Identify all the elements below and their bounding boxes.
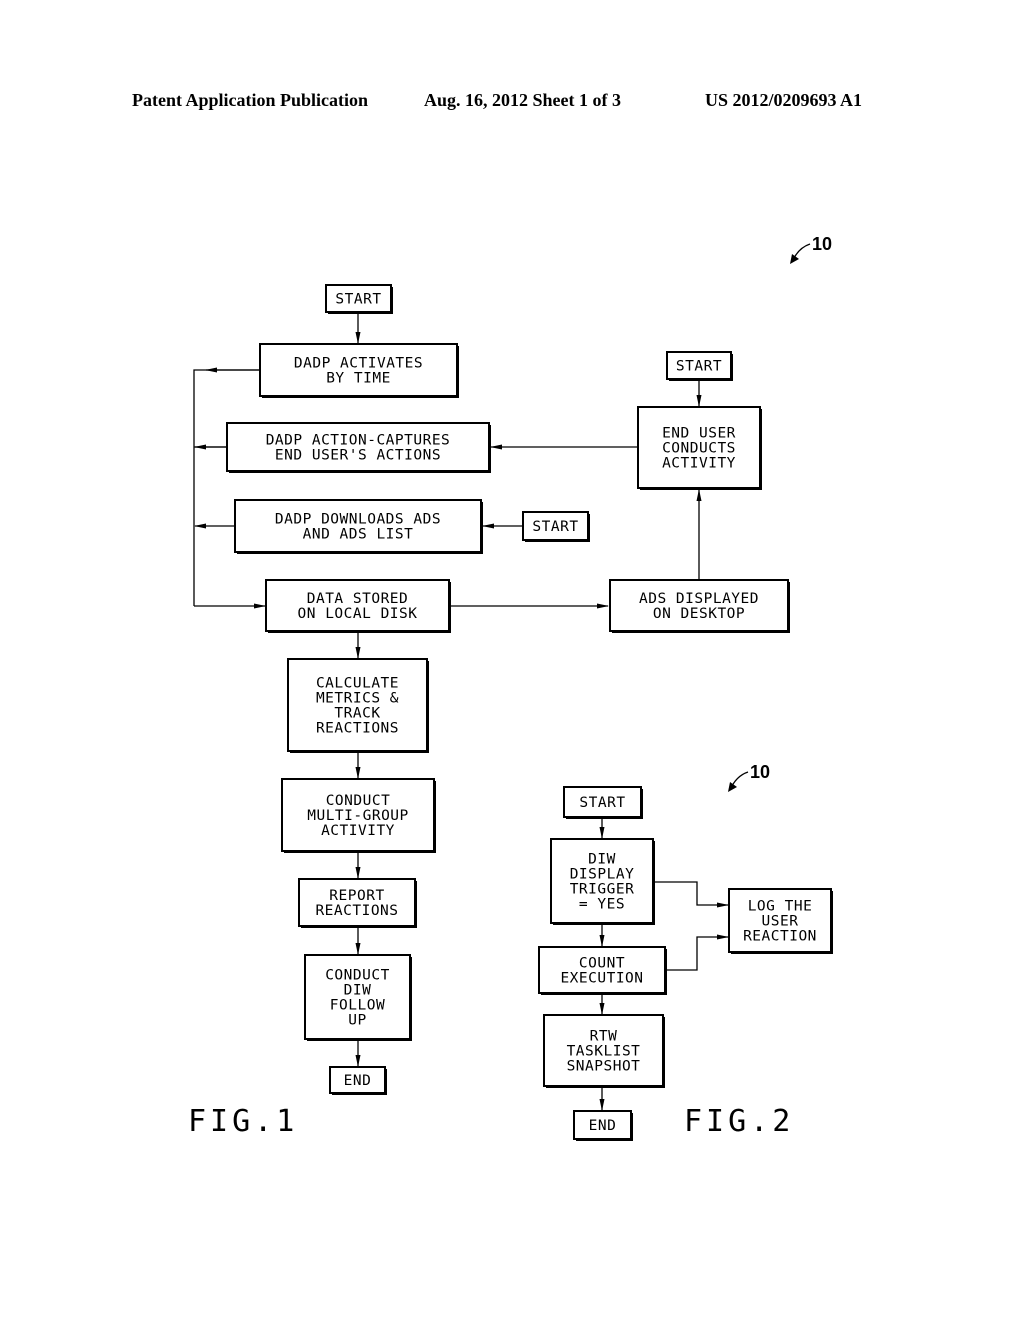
box-label-line: UP [348,1013,366,1029]
arrow-trigger-to-log [653,881,729,908]
box-label-line: DADP DOWNLOADS ADS [275,512,441,528]
box-label-line: DISPLAY [570,867,635,883]
ref-numeral: 10 [750,762,770,782]
fig1-box-dadp-downloads: DADP DOWNLOADS ADSAND ADS LIST [234,499,483,554]
fig2-reference-numeral: 10 [728,762,770,792]
box-label-line: START [579,795,625,811]
box-label-line: TRIGGER [570,882,635,898]
box-label-line: CONDUCT [325,968,390,984]
box-label-line: LOG THE [748,899,813,915]
box-label-line: REACTIONS [315,903,398,919]
box-label-line: REACTION [743,929,817,945]
box-label-line: CALCULATE [316,676,399,692]
box-label-line: BY TIME [326,371,391,387]
box-label-line: ON DESKTOP [653,606,745,622]
box-label-line: FOLLOW [330,998,385,1014]
box-label-line: START [532,519,578,535]
leader-arrow-icon [728,782,737,792]
fig2-box-rtw-snapshot: RTWTASKLISTSNAPSHOT [543,1014,665,1088]
box-label-line: ADS DISPLAYED [639,591,759,607]
box-label-line: DIW [344,983,372,999]
fig1-label: FIG.1 [188,1104,298,1139]
box-label-line: MULTI-GROUP [307,808,409,824]
box-label-line: TASKLIST [567,1044,641,1060]
box-label-line: RTW [590,1029,618,1045]
fig1-box-dadp-activates: DADP ACTIVATESBY TIME [259,343,459,398]
fig1-box-data-stored: DATA STOREDON LOCAL DISK [265,579,451,633]
fig1-box-multi-group: CONDUCTMULTI-GROUPACTIVITY [281,778,436,853]
box-label-line: REACTIONS [316,721,399,737]
box-label-line: CONDUCT [326,793,391,809]
box-label-line: START [335,292,381,308]
ref-numeral: 10 [812,234,832,254]
box-label-line: SNAPSHOT [567,1059,641,1075]
box-label-line: TRACK [334,706,380,722]
box-label-line: ACTIVITY [662,456,736,472]
fig1-box-report-reactions: REPORTREACTIONS [298,878,417,928]
fig1-box-start-user: START [666,351,733,381]
box-label-line: END [344,1073,372,1089]
flowchart-diagram: START DADP ACTIVATESBY TIME DADP ACTION-CA… [188,234,833,1141]
fig2-box-end: END [573,1110,633,1141]
box-label-line: USER [762,914,799,930]
box-label-line: DIW [588,852,616,868]
box-label-line: ON LOCAL DISK [298,606,418,622]
fig1-box-dadp-action-captures: DADP ACTION-CAPTURESEND USER'S ACTIONS [226,422,491,473]
fig1-box-ads-displayed: ADS DISPLAYEDON DESKTOP [609,579,790,633]
box-label-line: DATA STORED [307,591,409,607]
box-label-line: ACTIVITY [321,823,395,839]
box-label-line: END USER'S ACTIONS [275,448,441,464]
box-label-line: REPORT [329,888,384,904]
fig1-box-calculate-metrics: CALCULATEMETRICS &TRACKREACTIONS [287,658,429,753]
box-label-line: DADP ACTION-CAPTURES [266,433,451,449]
box-label-line: CONDUCTS [662,441,736,457]
fig1-box-start-downloads: START [522,511,590,542]
fig1-box-start-main: START [325,284,393,314]
box-label-line: END [589,1118,617,1134]
fig2-box-count-execution: COUNTEXECUTION [538,946,667,995]
fig1-box-end-user-conducts: END USERCONDUCTSACTIVITY [637,406,762,490]
box-label-line: START [676,359,722,375]
fig2-box-log-reaction: LOG THEUSERREACTION [728,888,833,954]
fig1-reference-numeral: 10 [790,234,832,264]
box-label-line: END USER [662,426,736,442]
fig2-label: FIG.2 [684,1104,794,1139]
fig2-box-start: START [563,786,643,819]
box-label-line: DADP ACTIVATES [294,356,423,372]
box-label-line: COUNT [579,956,625,972]
feedback-bus-line [193,369,260,606]
fig1-box-end: END [329,1066,387,1095]
box-label-line: AND ADS LIST [303,527,414,543]
fig1-box-diw-follow-up: CONDUCTDIWFOLLOWUP [304,954,412,1041]
box-label-line: METRICS & [316,691,399,707]
fig2-box-diw-trigger: DIWDISPLAYTRIGGER= YES [550,838,655,925]
box-label-line: EXECUTION [560,971,643,987]
arrow-count-to-log [665,934,729,971]
box-label-line: = YES [579,897,625,913]
leader-arrow-icon [790,254,799,264]
